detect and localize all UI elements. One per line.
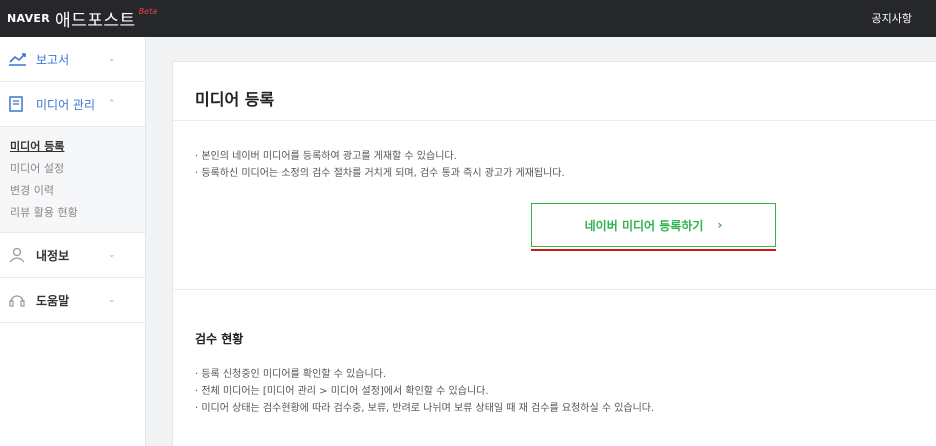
chevron-down-icon: ⌄ [108,295,116,305]
beta-badge: Beta [138,7,158,16]
chevron-right-icon: › [717,218,723,232]
sidebar-item-label: 도움말 [36,293,70,308]
submenu-review-usage[interactable]: 리뷰 활용 현황 [10,202,145,224]
register-description: · 본인의 네이버 미디어를 등록하여 광고를 게재할 수 있습니다. · 등록… [195,148,565,182]
description-line: · 미디어 상태는 검수현황에 따라 검수중, 보류, 반려로 나뉘며 보류 상… [195,403,655,414]
chevron-up-icon: ⌃ [108,99,116,109]
sidebar-item-label: 보고서 [36,52,70,67]
document-icon [9,96,23,112]
top-bar: NAVER 애드포스트 Beta 공지사항 [0,0,936,37]
divider [173,289,936,290]
highlight-underline [531,249,776,251]
description-line: · 본인의 네이버 미디어를 등록하여 광고를 게재할 수 있습니다. [195,151,457,162]
headset-icon [9,295,25,307]
main-content: 미디어 등록 · 본인의 네이버 미디어를 등록하여 광고를 게재할 수 있습니… [172,61,936,446]
sidebar-item-label: 내정보 [36,248,70,263]
review-description: · 등록 신청중인 미디어를 확인할 수 있습니다. · 전체 미디어는 [미디… [195,366,654,417]
register-media-button-label: 네이버 미디어 등록하기 [584,218,704,233]
submenu-change-history[interactable]: 변경 이력 [10,180,145,202]
submenu-media-settings[interactable]: 미디어 설정 [10,158,145,180]
description-line: · 등록 신청중인 미디어를 확인할 수 있습니다. [195,369,387,380]
divider [173,120,936,121]
brand-name: 애드포스트 [54,11,136,31]
sidebar-item-label: 미디어 관리 [36,97,96,112]
description-line: · 등록하신 미디어는 소정의 검수 절차를 거치게 되며, 검수 통과 즉시 … [195,168,565,179]
trend-chart-icon [9,53,26,66]
register-media-button[interactable]: 네이버 미디어 등록하기 › [531,203,776,247]
sidebar-item-report[interactable]: 보고서 ⌄ [0,37,145,82]
submenu-media-register[interactable]: 미디어 등록 [10,136,145,158]
chevron-down-icon: ⌄ [108,54,116,64]
sidebar: 보고서 ⌄ 미디어 관리 ⌃ 미디어 등록 미디어 설정 변경 이력 리뷰 활용… [0,37,146,446]
chevron-down-icon: ⌄ [108,250,116,260]
sidebar-item-help[interactable]: 도움말 ⌄ [0,278,145,323]
notice-link[interactable]: 공지사항 [872,0,912,37]
review-status-title: 검수 현황 [195,332,244,346]
person-icon [9,247,25,263]
sidebar-item-myinfo[interactable]: 내정보 ⌄ [0,233,145,278]
brand-logo[interactable]: NAVER 애드포스트 Beta [7,0,157,37]
media-submenu: 미디어 등록 미디어 설정 변경 이력 리뷰 활용 현황 [0,127,145,233]
description-line: · 전체 미디어는 [미디어 관리 > 미디어 설정]에서 확인할 수 있습니다… [195,386,489,397]
brand-naver: NAVER [7,12,50,25]
sidebar-item-media[interactable]: 미디어 관리 ⌃ [0,82,145,127]
page-title: 미디어 등록 [195,90,275,109]
